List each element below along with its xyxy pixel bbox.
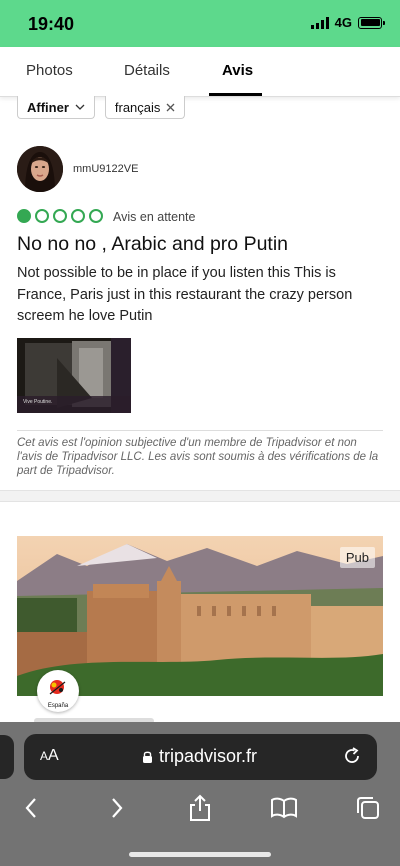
rating-bubbles [17,209,103,223]
status-bar: 19:40 4G [0,0,400,47]
url-text: tripadvisor.fr [159,746,258,766]
lock-icon [143,751,152,763]
close-icon[interactable] [166,103,175,112]
ad-banner[interactable]: Pub [17,536,383,696]
rating-bubble-empty [71,209,85,223]
chevron-down-icon [75,104,85,110]
tab-photos[interactable]: Photos [26,62,73,79]
language-chip-label: français [114,99,161,115]
tab-details[interactable]: Détails [124,62,170,79]
divider [17,430,383,431]
review-status: Avis en attente [113,210,196,224]
rating-bubble-filled [17,209,31,223]
rating-bubble-empty [53,209,67,223]
reader-settings-button[interactable]: AA [40,747,59,765]
avatar[interactable] [17,146,63,192]
status-indicators: 4G [310,15,385,30]
rating-bubble-empty [89,209,103,223]
tabs-button[interactable] [354,794,382,822]
signal-icon [310,16,329,29]
share-icon [190,794,210,821]
chevron-left-icon [25,798,36,818]
review-body: Not possible to be in place if you liste… [17,265,353,324]
spain-logo: España [37,670,79,712]
book-icon [271,797,297,819]
ad-badge: Pub [339,547,375,568]
reload-icon[interactable] [341,745,363,767]
url-display[interactable]: tripadvisor.fr [142,746,257,767]
review-username[interactable]: mmU9122VE [73,163,138,175]
review-title: No no no , Arabic and pro Putin [17,233,289,255]
tab-bar: Photos Détails Avis [0,47,400,97]
share-button[interactable] [186,794,214,822]
review-disclaimer: Cet avis est l'opinion subjective d'un m… [17,437,379,477]
refine-button[interactable]: Affiner [17,96,95,119]
status-time: 19:40 [28,14,75,34]
address-bar[interactable]: AA tripadvisor.fr [24,734,377,780]
browser-toolbar [0,790,400,824]
filter-row: Affiner français [17,96,186,119]
alhambra-image [17,536,383,696]
bookmarks-button[interactable] [270,794,298,822]
section-divider [0,490,400,502]
active-tab-indicator [209,93,262,96]
network-type: 4G [334,15,352,30]
review-photo[interactable]: Vive Poutine. [17,338,131,413]
battery-icon [358,16,385,29]
previous-tab-preview[interactable] [0,735,14,779]
back-button[interactable] [17,794,45,822]
chevron-right-icon [112,798,123,818]
ad-logo-text: España [47,703,69,709]
language-filter-chip[interactable]: français [104,96,186,119]
forward-button[interactable] [103,794,131,822]
refine-label: Affiner [27,99,69,115]
home-indicator[interactable] [129,852,271,857]
tabs-icon [357,797,379,819]
tab-reviews[interactable]: Avis [222,62,253,79]
rating-bubble-empty [35,209,49,223]
photo-caption: Vive Poutine. [23,399,53,405]
